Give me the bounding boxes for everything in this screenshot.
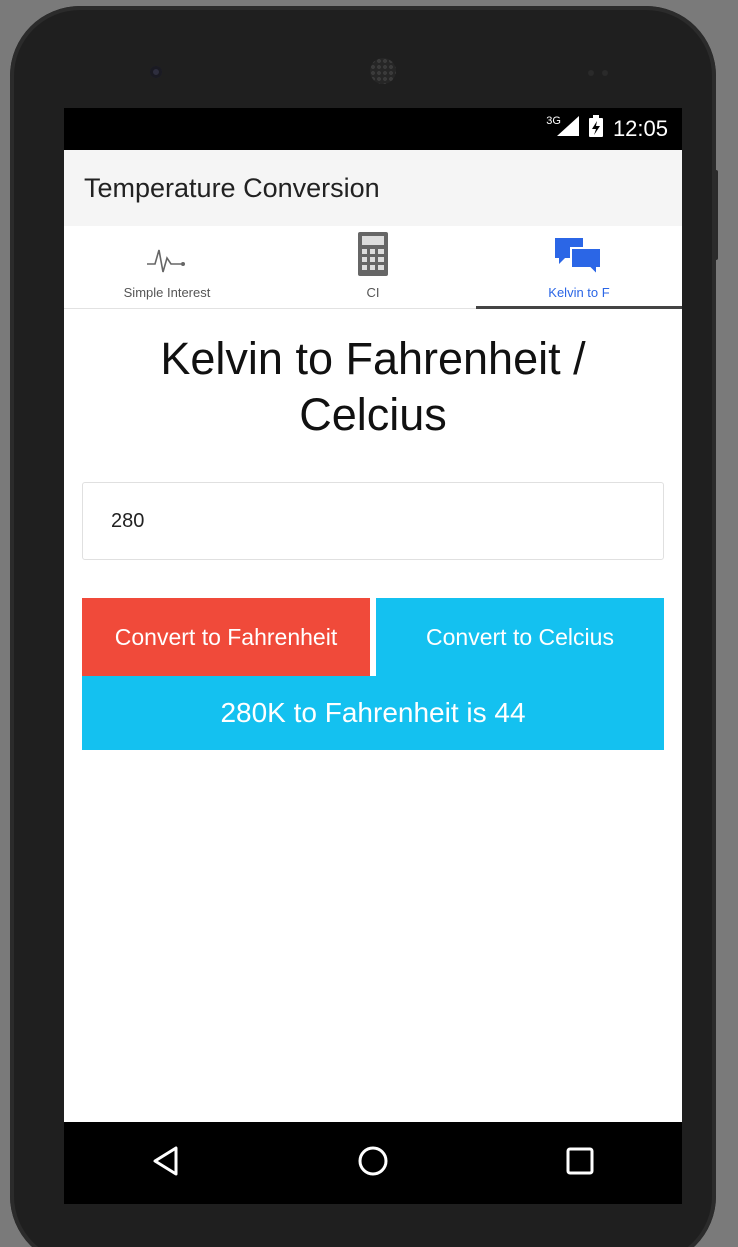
clock: 12:05 (612, 116, 668, 141)
tab-label: Simple Interest (123, 285, 211, 300)
battery-charging-icon (588, 115, 603, 143)
chat-bubbles-icon (555, 236, 603, 279)
tab-label: Kelvin to F (548, 285, 610, 300)
tab-ci[interactable]: CI (270, 226, 476, 308)
kelvin-input-value: 280 (111, 509, 145, 532)
nav-bar (64, 1122, 682, 1204)
network-type: 3G (546, 115, 561, 127)
app-bar: Temperature Conversion (64, 150, 682, 226)
front-camera (150, 66, 162, 78)
proximity-sensor (588, 70, 594, 76)
recents-icon[interactable] (566, 1147, 594, 1180)
status-bar: 3G 12:05 (64, 108, 682, 150)
calculator-icon (358, 232, 388, 279)
device-screen: 3G 12:05 Temperature Conversion Simple I… (64, 108, 682, 1204)
tab-label: CI (366, 285, 380, 300)
page-title: Kelvin to Fahrenheit / Celcius (160, 333, 586, 440)
emulator-frame: 3G 12:05 Temperature Conversion Simple I… (0, 0, 738, 1247)
kelvin-input[interactable]: 280 (82, 482, 664, 560)
result-label: 280K to Fahrenheit is 44 (82, 676, 664, 750)
app-title: Temperature Conversion (84, 172, 380, 203)
home-icon[interactable] (357, 1145, 389, 1182)
speaker-grille (370, 58, 396, 84)
convert-buttons: Convert to Fahrenheit Convert to Celcius (82, 598, 664, 676)
tab-kelvin-to-f[interactable]: Kelvin to F (476, 226, 682, 309)
pulse-icon (147, 246, 187, 279)
convert-to-celcius-button[interactable]: Convert to Celcius (376, 598, 664, 676)
tab-simple-interest[interactable]: Simple Interest (64, 226, 270, 308)
convert-to-fahrenheit-button[interactable]: Convert to Fahrenheit (82, 598, 370, 676)
tab-bar: Simple Interest CI Kelvin to F (64, 226, 682, 309)
light-sensor (602, 70, 608, 76)
back-icon[interactable] (152, 1146, 180, 1181)
